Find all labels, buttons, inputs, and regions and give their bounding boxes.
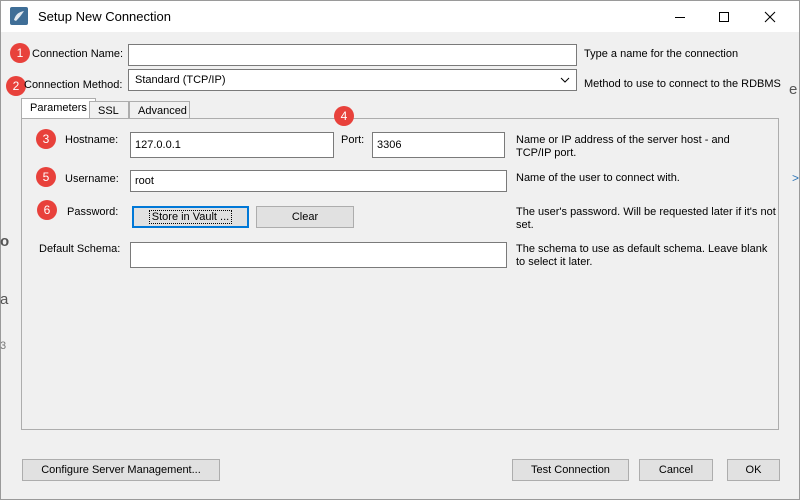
username-hint: Name of the user to connect with. (516, 172, 680, 184)
background-fragment: > (792, 171, 800, 185)
cancel-button[interactable]: Cancel (639, 459, 713, 481)
password-hint: The user's password. Will be requested l… (516, 206, 776, 231)
username-input[interactable]: root (130, 170, 507, 192)
port-input[interactable]: 3306 (372, 132, 505, 158)
ok-button[interactable]: OK (727, 459, 780, 481)
connection-method-select[interactable]: Standard (TCP/IP) (128, 69, 577, 91)
test-connection-button[interactable]: Test Connection (512, 459, 629, 481)
store-in-vault-button[interactable]: Store in Vault ... (132, 206, 249, 228)
store-in-vault-label: Store in Vault ... (148, 210, 233, 224)
step-badge-3: 3 (36, 129, 56, 149)
step-badge-5: 5 (36, 167, 56, 187)
connection-method-label: Connection Method: (24, 79, 123, 91)
step-badge-1: 1 (10, 43, 30, 63)
background-fragment: o (0, 233, 10, 250)
port-label: Port: (341, 134, 365, 146)
mysql-workbench-icon (10, 7, 28, 25)
background-fragment: e (789, 81, 798, 98)
step-badge-6: 6 (37, 200, 57, 220)
background-fragment: a (0, 291, 9, 308)
minimize-button[interactable] (657, 1, 703, 32)
default-schema-hint: The schema to use as default schema. Lea… (516, 243, 768, 268)
setup-connection-dialog: Setup New Connection 1 Connection Name: … (0, 0, 800, 500)
window-title: Setup New Connection (38, 9, 171, 24)
default-schema-label: Default Schema: (39, 243, 121, 255)
title-bar: Setup New Connection (1, 1, 799, 32)
username-label: Username: (65, 173, 119, 185)
chevron-down-icon (560, 77, 570, 83)
background-fragment: 3 (0, 340, 7, 352)
connection-method-hint: Method to use to connect to the RDBMS (584, 78, 781, 90)
hostname-input[interactable]: 127.0.0.1 (130, 132, 334, 158)
clear-password-button[interactable]: Clear (256, 206, 354, 228)
step-badge-2: 2 (6, 76, 26, 96)
maximize-icon (719, 11, 729, 22)
connection-name-label: Connection Name: (32, 48, 124, 60)
close-icon (764, 11, 776, 22)
host-port-hint: Name or IP address of the server host - … (516, 134, 730, 159)
default-schema-input[interactable] (130, 242, 507, 268)
step-badge-4: 4 (334, 106, 354, 126)
connection-name-input[interactable] (128, 44, 577, 66)
configure-server-management-button[interactable]: Configure Server Management... (22, 459, 220, 481)
connection-method-value: Standard (TCP/IP) (135, 74, 226, 86)
maximize-button[interactable] (701, 1, 747, 32)
hostname-label: Hostname: (65, 134, 119, 146)
connection-name-hint: Type a name for the connection (584, 48, 739, 60)
password-label: Password: (67, 206, 119, 218)
tab-parameters[interactable]: Parameters (21, 98, 96, 120)
parameters-panel (21, 118, 779, 430)
close-button[interactable] (747, 1, 793, 32)
minimize-icon (675, 16, 685, 18)
